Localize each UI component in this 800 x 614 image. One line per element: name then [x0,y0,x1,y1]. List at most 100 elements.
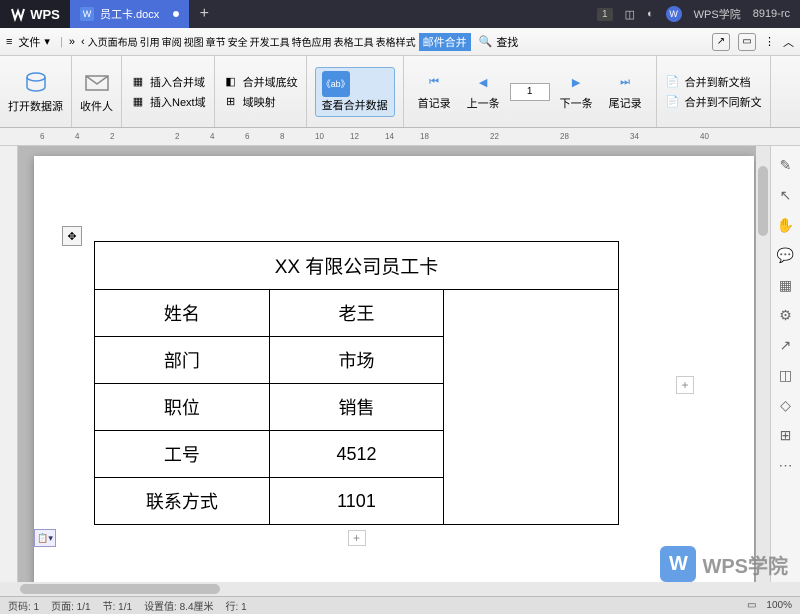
cloud-icon[interactable]: ◫ [625,8,635,21]
last-label: 尾记录 [609,95,642,111]
shapes-icon[interactable]: ◇ [777,396,795,414]
merge-diff-label: 合并到不同新文 [685,94,762,110]
collapse-icon[interactable]: ︿ [783,34,794,50]
window-icon[interactable]: ▭ [738,33,756,51]
table-move-handle[interactable]: ✥ [62,226,82,246]
recipients-group[interactable]: 收件人 [72,56,122,127]
label-cell[interactable]: 联系方式 [95,478,270,525]
dropdown-icon: ▾ [44,35,50,48]
add-column-button[interactable]: + [676,376,694,394]
tab-mailmerge-active[interactable]: 邮件合并 [419,33,471,51]
label-cell[interactable]: 职位 [95,384,270,431]
wps-logo[interactable]: WPS [0,0,70,28]
insert-next-button[interactable]: ▦插入Next域 [130,94,206,110]
view-icon[interactable]: ▭ [747,600,756,611]
merge-base-button[interactable]: ◧合并域底纹 [223,74,298,90]
canvas-area[interactable]: ✥ XX 有限公司员工卡 姓名老王 部门市场 职位销售 工号4512 联系方式1… [18,146,770,582]
last-record-button[interactable]: ⏭尾记录 [603,73,648,111]
side-panel: ✎ ↖ ✋ 💬 ▦ ⚙ ↗ ◫ ◇ ⊞ ⋯ [770,146,800,582]
nav-prev-icon[interactable]: ‹ [81,36,85,48]
horizontal-ruler[interactable]: 6 4 2 2 4 6 8 10 12 14 18 22 28 34 40 [0,128,800,146]
vertical-scrollbar[interactable] [756,146,770,582]
link-icon[interactable]: ↗ [777,336,795,354]
ruler-mark: 2 [175,132,179,141]
paste-options-icon[interactable]: 📋▾ [34,529,56,547]
view-merge-group[interactable]: 《ab》 查看合并数据 [307,56,404,127]
comment-icon[interactable]: 💬 [777,246,795,264]
prev-record-button[interactable]: ◀上一条 [461,73,506,111]
add-tab-button[interactable]: + [189,5,219,23]
insert-merge-button[interactable]: ▦插入合并域 [130,74,206,90]
value-cell[interactable]: 市场 [269,337,444,384]
hand-icon[interactable]: ✋ [777,216,795,234]
share-icon[interactable]: ↗ [712,33,730,51]
label-cell[interactable]: 部门 [95,337,270,384]
tab-devtools[interactable]: 开发工具 [249,34,291,49]
label-cell[interactable]: 姓名 [95,290,270,337]
table-title-cell[interactable]: XX 有限公司员工卡 [95,242,619,290]
section-label[interactable]: 节: 1/1 [103,598,132,613]
record-number-input[interactable] [510,83,550,101]
horizontal-scrollbar[interactable] [0,582,800,596]
tab-review[interactable]: 审阅 [161,34,183,49]
empty-cell[interactable] [444,290,619,525]
wps-round-icon[interactable]: W [666,6,682,22]
more-icon[interactable]: ⋮ [764,35,775,48]
tab-insert[interactable]: 入页面布局 [87,34,139,49]
value-cell[interactable]: 销售 [269,384,444,431]
scroll-thumb-h[interactable] [20,584,220,594]
file-menu[interactable]: 文件 ▾ [14,32,54,52]
modified-dot-icon [173,11,179,17]
indicator-badge[interactable]: 1 [597,8,613,21]
next-record-button[interactable]: ▶下一条 [554,73,599,111]
add-row-button[interactable]: + [348,530,366,546]
page-number-label[interactable]: 页码: 1 [8,598,39,613]
more-icon[interactable]: ⋯ [777,456,795,474]
crop-icon[interactable]: ◫ [777,366,795,384]
value-cell[interactable]: 1101 [269,478,444,525]
menubar: ≡ 文件 ▾ | » ‹ 入页面布局 引用 审阅 视图 章节 安全 开发工具 特… [0,28,800,56]
tab-view[interactable]: 视图 [183,34,205,49]
first-record-button[interactable]: ⏮首记录 [412,73,457,111]
tools-icon[interactable]: ⊞ [777,426,795,444]
chevron-right-icon[interactable]: » [69,36,75,48]
open-source-group[interactable]: 打开数据源 [0,56,72,127]
vertical-ruler[interactable] [0,146,18,582]
domain-map-button[interactable]: ⊞域映射 [223,94,298,110]
merge-diff-button[interactable]: 📄合并到不同新文 [665,94,762,110]
search-box[interactable]: 🔍 查找 [479,34,519,50]
hamburger-icon[interactable]: ≡ [6,36,12,48]
insert-next-label: 插入Next域 [150,94,206,110]
tab-tabletools[interactable]: 表格工具 [333,34,375,49]
setting-label: 设置值: 8.4厘米 [144,598,213,613]
label-cell[interactable]: 工号 [95,431,270,478]
doc-new-icon: 📄 [665,74,681,90]
gear-icon[interactable]: ⚙ [777,306,795,324]
zoom-label[interactable]: 100% [766,600,792,611]
tab-security[interactable]: 安全 [227,34,249,49]
first-icon: ⏮ [424,73,444,93]
tab-section[interactable]: 章节 [205,34,227,49]
tab-special[interactable]: 特色应用 [291,34,333,49]
employee-card-table[interactable]: XX 有限公司员工卡 姓名老王 部门市场 职位销售 工号4512 联系方式110… [94,241,619,525]
document-page[interactable]: ✥ XX 有限公司员工卡 姓名老王 部门市场 职位销售 工号4512 联系方式1… [34,156,754,582]
cursor-icon[interactable]: ↖ [777,186,795,204]
academy-link[interactable]: WPS学院 [694,6,741,22]
ruler-mark: 6 [245,132,249,141]
merge-new-button[interactable]: 📄合并到新文档 [665,74,762,90]
tab-tablestyle[interactable]: 表格样式 [375,34,417,49]
value-cell[interactable]: 4512 [269,431,444,478]
merge-new-label: 合并到新文档 [685,74,751,90]
document-tab[interactable]: W 员工卡.docx [70,0,189,28]
merge-output-group: 📄合并到新文档 📄合并到不同新文 [657,56,771,127]
value-cell[interactable]: 老王 [269,290,444,337]
row-label: 行: 1 [226,598,247,613]
map-icon: ⊞ [223,94,239,110]
scroll-thumb[interactable] [758,166,768,236]
next-field-icon: ▦ [130,94,146,110]
tab-reference[interactable]: 引用 [139,34,161,49]
pencil-icon[interactable]: ✎ [777,156,795,174]
skin-icon[interactable]: ◐ [647,8,654,20]
page-count-label[interactable]: 页面: 1/1 [51,598,90,613]
grid-icon[interactable]: ▦ [777,276,795,294]
